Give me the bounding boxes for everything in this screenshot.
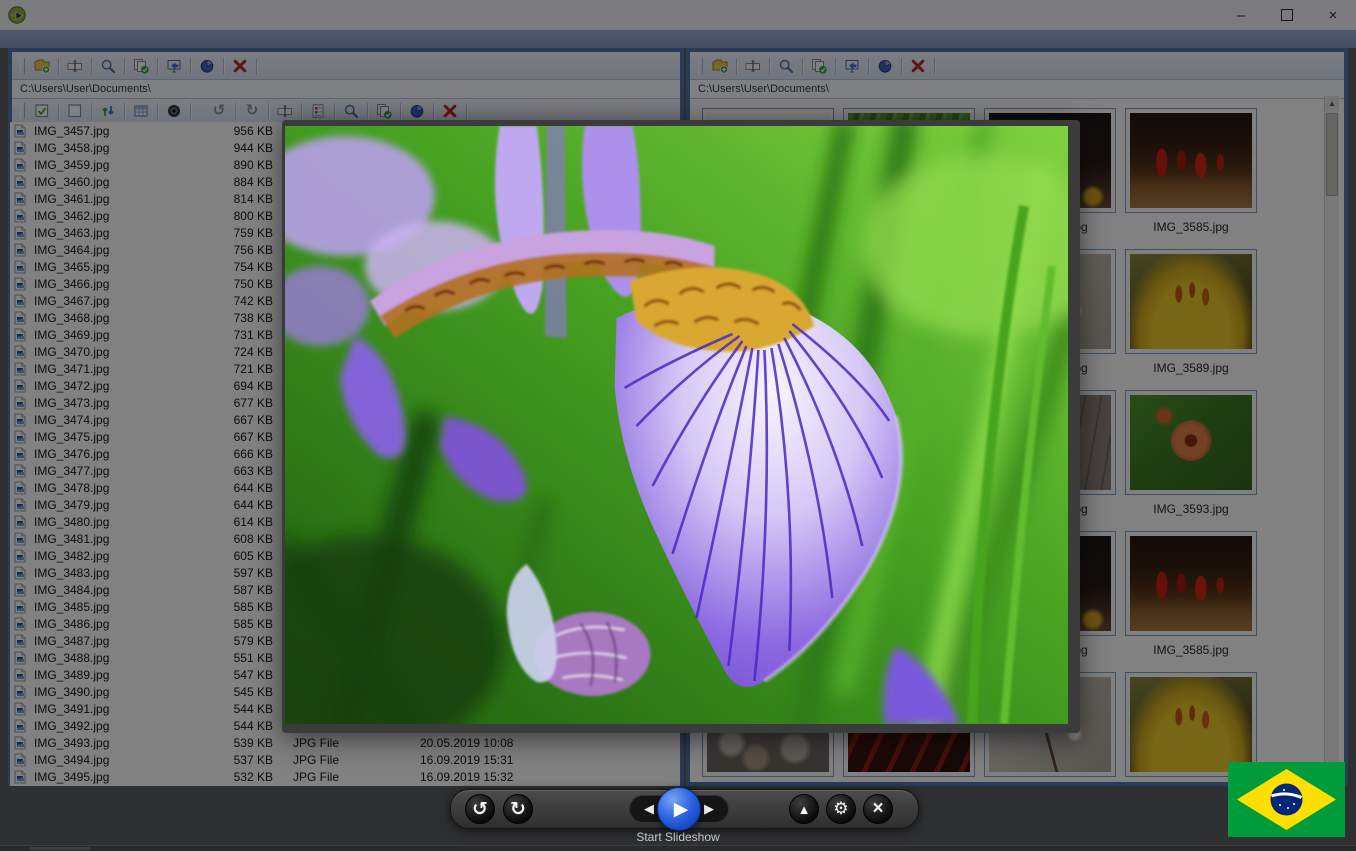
play-button[interactable]: ▶ [657, 787, 701, 831]
rotate-left-button[interactable]: ↺ [465, 794, 495, 824]
settings-button[interactable]: ⚙ [826, 794, 856, 824]
image-viewer-window [282, 120, 1080, 733]
viewer-photo-iris[interactable] [285, 126, 1068, 724]
brazil-flag [1228, 762, 1345, 837]
close-viewer-button[interactable]: × [863, 794, 893, 824]
app-screen: –× C:\Users\User\Documents\ ↺↻ IMG_3457.… [0, 0, 1356, 851]
rotate-right-button[interactable]: ↻ [503, 794, 533, 824]
next-button[interactable]: ▶ [700, 801, 718, 817]
slideshow-toolbar: ◀▶ ↺↻▶▲⚙× [450, 789, 919, 829]
slideshow-tooltip: Start Slideshow [0, 830, 1356, 844]
previous-button[interactable]: ◀ [640, 801, 658, 817]
eject-button[interactable]: ▲ [789, 794, 819, 824]
